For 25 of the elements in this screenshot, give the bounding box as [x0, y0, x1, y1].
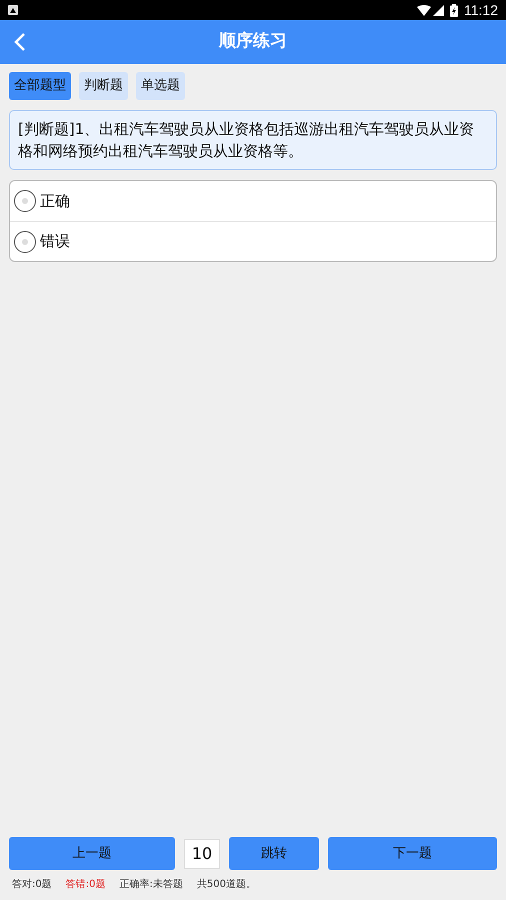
filter-tab[interactable]: 单选题: [136, 72, 185, 100]
question-text: [判断题]1、出租汽车驾驶员从业资格包括巡游出租汽车驾驶员从业资格和网络预约出租汽车驾驶员从业资格等。: [9, 110, 497, 170]
filter-tab[interactable]: 全部题型: [9, 72, 71, 100]
next-button[interactable]: 下一题: [328, 837, 497, 870]
filter-tab[interactable]: 判断题: [79, 72, 128, 100]
radio-button[interactable]: [14, 190, 36, 212]
answer-option[interactable]: 错误: [10, 221, 496, 261]
stat-text: 答错:0题: [66, 878, 106, 892]
stat-text: 正确率:未答题: [119, 878, 183, 892]
previous-button[interactable]: 上一题: [9, 837, 175, 870]
stat-text: 答对:0题: [12, 878, 52, 892]
option-label: 正确: [40, 190, 70, 212]
jump-field[interactable]: 10: [184, 838, 220, 868]
battery-icon: [450, 4, 458, 16]
jump-button[interactable]: 跳转: [229, 837, 319, 870]
answer-option[interactable]: 正确: [10, 181, 496, 221]
wifi-icon: [417, 4, 431, 16]
option-label: 错误: [40, 231, 70, 252]
radio-button[interactable]: [14, 230, 36, 252]
signal-icon: [433, 4, 444, 16]
stat-text: 共500道题。: [196, 878, 256, 892]
back-icon: [14, 32, 26, 52]
status-time: 11:12: [464, 0, 498, 20]
page-title: 顺序练习: [219, 30, 287, 54]
notification-icon: [8, 5, 18, 15]
